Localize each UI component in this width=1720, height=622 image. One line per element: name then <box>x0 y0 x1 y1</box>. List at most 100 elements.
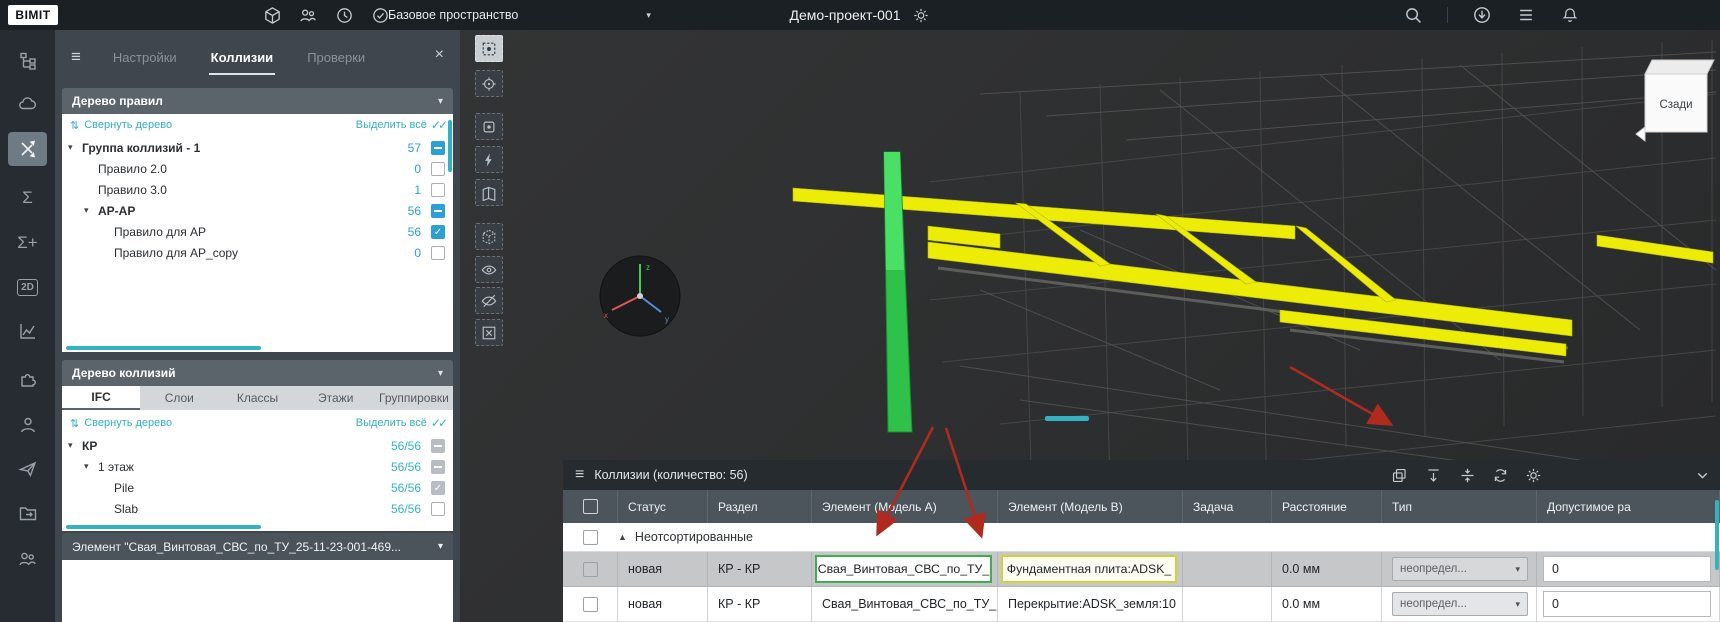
close-icon[interactable]: × <box>435 46 444 64</box>
tree-checkbox[interactable] <box>431 246 445 260</box>
cell-element-b[interactable]: Фундаментная плита:ADSK_ <box>1001 555 1177 583</box>
tree-checkbox[interactable] <box>431 183 445 197</box>
remove-box-tool[interactable] <box>475 319 503 346</box>
clip-plane-tool[interactable] <box>475 146 503 173</box>
select-all-checkbox[interactable] <box>583 499 598 514</box>
col-type[interactable]: Тип <box>1382 490 1537 523</box>
show-element-eye-tool[interactable] <box>475 256 503 283</box>
workspace-selector[interactable]: Базовое пространство ▾ <box>388 0 651 30</box>
tab-settings[interactable]: Настройки <box>111 44 179 71</box>
viewpoint-tool[interactable] <box>475 113 503 140</box>
tab-floors[interactable]: Этажи <box>297 386 375 410</box>
allowed-distance-input[interactable]: 0 <box>1543 591 1711 617</box>
col-status[interactable]: Статус <box>618 490 708 523</box>
copy-icon[interactable] <box>1390 466 1409 485</box>
collapse-node-icon[interactable]: ▾ <box>68 142 73 153</box>
tree-checkbox[interactable] <box>431 481 445 495</box>
view-2d-icon[interactable]: 2D <box>8 270 47 304</box>
profile-icon[interactable] <box>8 408 47 442</box>
tab-classes[interactable]: Классы <box>218 386 296 410</box>
col-element-b[interactable]: Элемент (Модель В) <box>998 490 1183 523</box>
bimit-logo[interactable]: BIMIT <box>8 5 58 25</box>
tree-checkbox[interactable] <box>431 204 445 218</box>
collapse-tree-link[interactable]: ⇅Свернуть дерево <box>70 417 172 430</box>
list-menu-icon[interactable] <box>1516 5 1536 25</box>
tree-checkbox[interactable] <box>431 141 445 155</box>
panel-menu-icon[interactable]: ≡ <box>71 47 81 67</box>
nav-cube-face-label[interactable]: Сзади <box>1659 99 1692 111</box>
tree-checkbox[interactable] <box>431 460 445 474</box>
collapse-node-icon[interactable]: ▾ <box>68 440 73 451</box>
tree-row[interactable]: ▾ Группа коллизий - 1 57 <box>62 138 453 159</box>
align-center-icon[interactable] <box>1458 466 1477 485</box>
table-vertical-scrollbar[interactable] <box>1715 500 1719 570</box>
search-icon[interactable] <box>1403 5 1423 25</box>
frame-select-tool[interactable] <box>475 35 503 62</box>
sum-plus-icon[interactable]: Σ+ <box>8 225 47 259</box>
allowed-distance-input[interactable]: 0 <box>1543 556 1711 582</box>
sum-icon[interactable]: Σ <box>8 180 47 214</box>
tree-checkbox[interactable] <box>431 439 445 453</box>
cell-element-b[interactable]: Перекрытие:ADSK_земля:10 <box>998 587 1183 622</box>
users-group-icon[interactable] <box>8 542 47 576</box>
hide-element-eye-off-tool[interactable] <box>475 287 503 314</box>
tab-layers[interactable]: Слои <box>140 386 218 410</box>
cloud-sync-icon[interactable] <box>8 87 47 121</box>
orientation-gizmo[interactable]: z x y <box>600 256 680 336</box>
collision-row[interactable]: новая КР - КР Свая_Винтовая_СВС_по_ТУ_ Ф… <box>563 552 1720 587</box>
collapse-panel-chevron-icon[interactable] <box>1693 466 1712 485</box>
tree-row[interactable]: Pile 56/56 <box>62 478 453 499</box>
col-section[interactable]: Раздел <box>708 490 812 523</box>
collision-row[interactable]: новая КР - КР Свая_Винтовая_СВС_по_ТУ_ П… <box>563 587 1720 622</box>
vertical-scrollbar[interactable] <box>448 120 452 172</box>
tab-checks[interactable]: Проверки <box>305 44 367 71</box>
tree-checkbox[interactable] <box>431 502 445 516</box>
type-select[interactable]: неопредел...▾ <box>1392 557 1528 581</box>
tree-row[interactable]: Slab 56/56 <box>62 499 453 520</box>
cell-element-a[interactable]: Свая_Винтовая_СВС_по_ТУ_ <box>815 555 992 583</box>
rules-tree-header[interactable]: Дерево правил ▾ <box>62 88 453 114</box>
col-element-a[interactable]: Элемент (Модель А) <box>812 490 998 523</box>
selected-pile[interactable] <box>884 152 912 432</box>
section-view-tool[interactable] <box>475 179 503 206</box>
focus-target-tool[interactable] <box>475 70 503 97</box>
horizontal-scrollbar[interactable] <box>66 346 261 350</box>
tree-row[interactable]: Правило для АР 56 <box>62 222 453 243</box>
team-icon[interactable] <box>298 5 318 25</box>
notifications-bell-icon[interactable] <box>1560 5 1580 25</box>
plugins-puzzle-icon[interactable] <box>8 362 47 396</box>
tree-checkbox[interactable] <box>431 225 445 239</box>
structure-tree-icon[interactable] <box>8 44 47 78</box>
cell-element-a[interactable]: Свая_Винтовая_СВС_по_ТУ_ <box>812 587 998 622</box>
send-plane-icon[interactable] <box>8 452 47 486</box>
collisions-tree-header[interactable]: Дерево коллизий ▾ <box>62 360 453 386</box>
type-select[interactable]: неопредел...▾ <box>1392 592 1528 616</box>
col-task[interactable]: Задача <box>1183 490 1272 523</box>
row-checkbox[interactable] <box>583 562 598 577</box>
collapse-node-icon[interactable]: ▾ <box>84 461 89 472</box>
model-cube-icon[interactable] <box>262 5 282 25</box>
panel-resize-handle[interactable] <box>1045 416 1089 421</box>
col-distance[interactable]: Расстояние <box>1272 490 1382 523</box>
export-folder-icon[interactable] <box>8 496 47 530</box>
chevron-down-icon[interactable]: ▾ <box>438 368 443 379</box>
tree-row[interactable]: Правило 3.0 1 <box>62 180 453 201</box>
charts-icon[interactable] <box>8 314 47 348</box>
col-allowed[interactable]: Допустимое ра <box>1537 490 1720 523</box>
collapse-tree-link[interactable]: ⇅Свернуть дерево <box>70 119 172 132</box>
chevron-down-icon[interactable]: ▾ <box>438 541 443 552</box>
select-all-link[interactable]: Выделить всё✓✓ <box>356 416 445 430</box>
collapse-group-icon[interactable]: ▲ <box>618 532 627 542</box>
chevron-down-icon[interactable]: ▾ <box>438 96 443 107</box>
tree-row[interactable]: Правило 2.0 0 <box>62 159 453 180</box>
group-checkbox[interactable] <box>583 530 598 545</box>
horizontal-scrollbar[interactable] <box>66 525 261 529</box>
tab-collisions[interactable]: Коллизии <box>209 44 276 71</box>
project-settings-gear-icon[interactable] <box>911 5 931 25</box>
nav-cube[interactable]: Сзади <box>1636 60 1714 141</box>
table-menu-icon[interactable]: ≡ <box>575 466 584 484</box>
history-icon[interactable] <box>334 5 354 25</box>
check-circle-icon[interactable] <box>370 5 390 25</box>
element-section-header[interactable]: Элемент "Свая_Винтовая_СВС_по_ТУ_25-11-2… <box>62 533 453 560</box>
collapse-node-icon[interactable]: ▾ <box>84 205 89 216</box>
